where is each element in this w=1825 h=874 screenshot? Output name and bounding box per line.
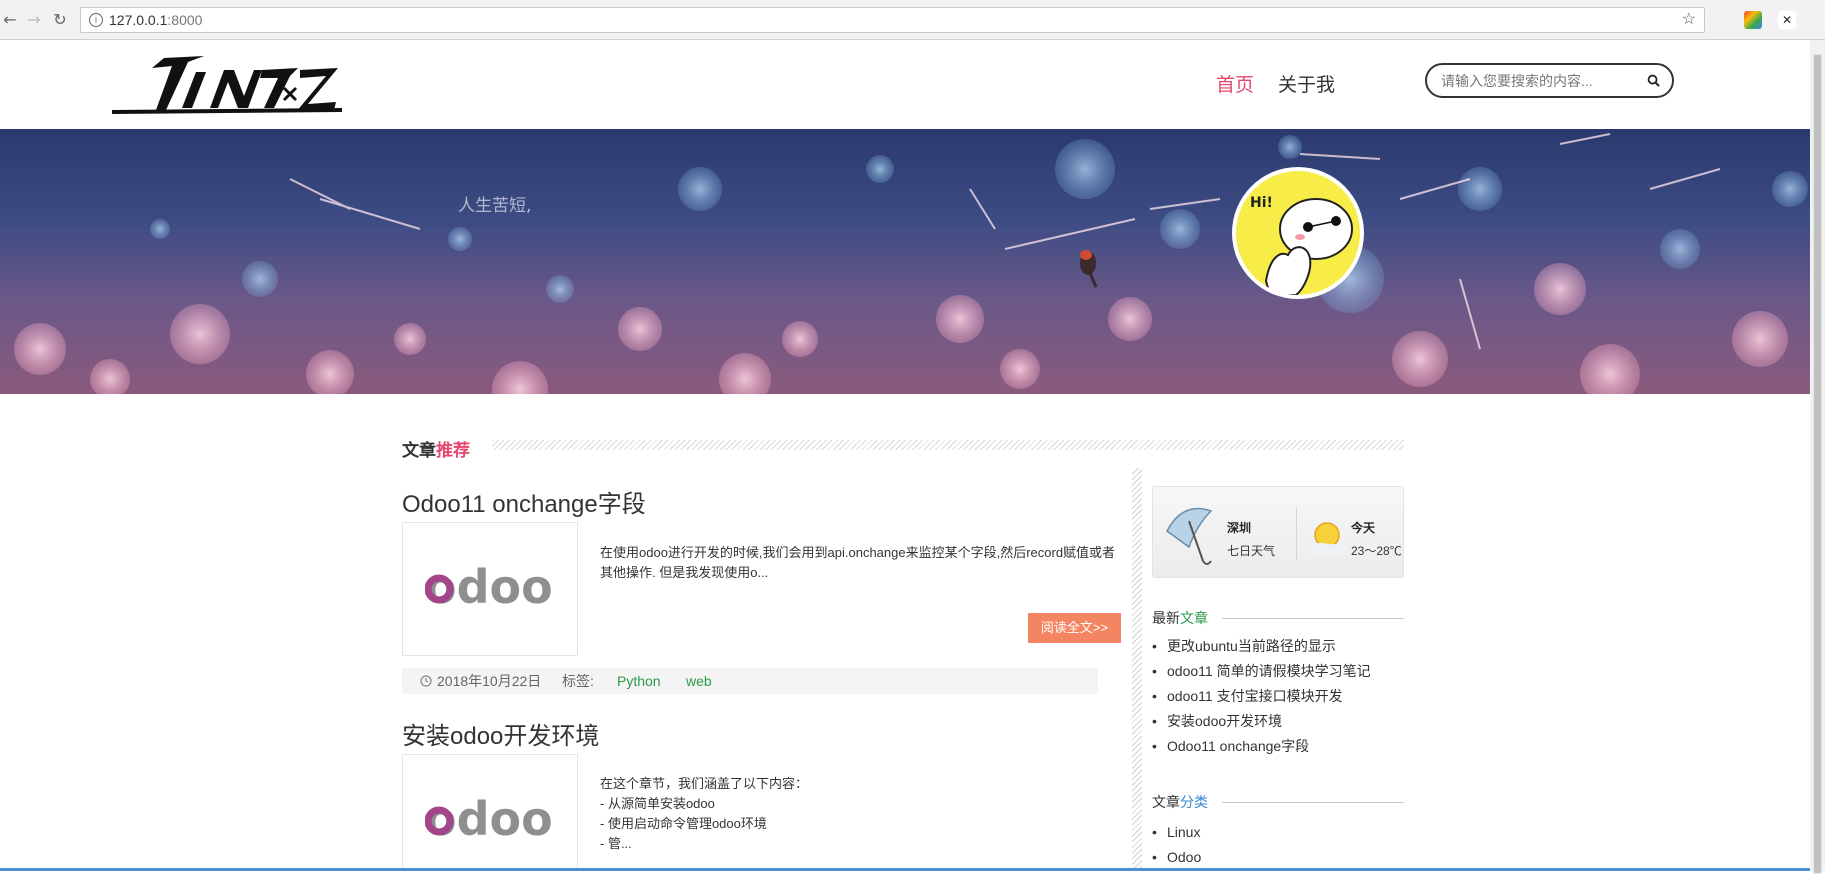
post-excerpt: 在使用odoo进行开发的时候,我们会用到api.onchange来监控某个字段,… <box>600 545 1116 580</box>
scrollbar-thumb[interactable] <box>1813 54 1822 874</box>
category-link[interactable]: Linux <box>1152 820 1201 845</box>
post-excerpt: 在这个章节，我们涵盖了以下内容： - 从源简单安装odoo - 使用启动命令管理… <box>600 776 809 851</box>
category-link[interactable]: Odoo <box>1152 845 1201 870</box>
latest-articles-list: 更改ubuntu当前路径的显示 odoo11 简单的请假模块学习笔记 odoo1… <box>1152 634 1371 759</box>
url-port: :8000 <box>167 12 203 28</box>
categories-title: 文章分类 <box>1152 792 1208 812</box>
post-date: 2018年10月22日 <box>437 673 542 689</box>
weather-city: 深圳 <box>1227 521 1252 535</box>
extension-icon[interactable] <box>1744 11 1762 29</box>
sun-cloud-icon <box>1307 522 1347 555</box>
weather-temperature: 23～28℃ <box>1351 544 1402 558</box>
banner-motto: 人生苦短, <box>458 196 532 216</box>
avatar-cartoon-image: Hi! <box>1250 195 1353 295</box>
latest-title-accent: 文章 <box>1180 610 1208 626</box>
section-title-accent: 推荐 <box>436 441 470 461</box>
page-scrollbar[interactable] <box>1810 40 1825 874</box>
latest-article-link[interactable]: 更改ubuntu当前路径的显示 <box>1152 634 1371 659</box>
latest-article-link[interactable]: odoo11 简单的请假模块学习笔记 <box>1152 659 1371 684</box>
search-icon[interactable] <box>1647 74 1660 87</box>
weather-today: 今天 <box>1351 521 1376 535</box>
latest-title-rule <box>1222 618 1404 619</box>
clock-icon <box>420 675 432 687</box>
umbrella-icon <box>1166 507 1213 565</box>
column-divider <box>1132 468 1142 871</box>
section-title: 文章推荐 <box>402 436 470 461</box>
search-box <box>1425 63 1674 98</box>
browser-toolbar: ← → ↻ i 127.0.0.1:8000 ☆ ✕ <box>0 0 1825 40</box>
tags-label: 标签: <box>562 673 594 689</box>
post-thumbnail[interactable]: odoo <box>402 522 578 656</box>
categories-title-accent: 分类 <box>1180 794 1208 810</box>
odoo-logo: odoo <box>425 797 553 845</box>
extension-x-icon[interactable]: ✕ <box>1778 11 1796 29</box>
post-meta: 2018年10月22日 标签: Python web <box>402 668 1098 694</box>
odoo-logo-text: odoo <box>425 797 553 845</box>
url-host: 127.0.0.1 <box>109 12 168 28</box>
latest-article-link[interactable]: odoo11 支付宝接口模块开发 <box>1152 684 1371 709</box>
categories-title-rule <box>1222 802 1404 803</box>
svg-text:Hi!: Hi! <box>1250 195 1273 211</box>
weather-widget[interactable]: 深圳 七日天气 今天 23～28℃ <box>1152 486 1404 578</box>
info-icon[interactable]: i <box>89 13 103 27</box>
address-bar[interactable]: i 127.0.0.1:8000 ☆ <box>80 7 1705 33</box>
site-logo[interactable] <box>111 52 343 118</box>
odoo-logo: odoo <box>425 565 553 613</box>
tag-link[interactable]: web <box>686 668 712 694</box>
post-title[interactable]: Odoo11 onchange字段 <box>402 484 646 519</box>
latest-article-link[interactable]: Odoo11 onchange字段 <box>1152 734 1371 759</box>
latest-title-part: 最新 <box>1152 610 1180 626</box>
post-title[interactable]: 安装odoo开发环境 <box>402 716 599 751</box>
section-title-part: 文章 <box>402 441 436 461</box>
weather-week-link[interactable]: 七日天气 <box>1227 542 1275 559</box>
back-icon[interactable]: ← <box>0 10 20 30</box>
categories-title-part: 文章 <box>1152 794 1180 810</box>
categories-list: Linux Odoo <box>1152 820 1201 870</box>
avatar[interactable]: Hi! <box>1232 167 1364 299</box>
reload-icon[interactable]: ↻ <box>50 10 70 30</box>
post-thumbnail[interactable]: odoo <box>402 754 578 871</box>
hero-banner: 人生苦短, Hi! <box>0 129 1810 394</box>
search-input[interactable] <box>1441 71 1641 91</box>
latest-articles-title: 最新文章 <box>1152 608 1208 628</box>
bookmark-star-icon[interactable]: ☆ <box>1682 8 1696 32</box>
weather-separator <box>1296 507 1297 561</box>
nav-about-link[interactable]: 关于我 <box>1278 70 1335 97</box>
latest-article-link[interactable]: 安装odoo开发环境 <box>1152 709 1371 734</box>
read-more-button[interactable]: 阅读全文>> <box>1028 613 1121 643</box>
tag-link[interactable]: Python <box>617 668 661 694</box>
section-title-divider <box>492 440 1404 450</box>
forward-icon[interactable]: → <box>24 10 44 30</box>
bokeh-background-image <box>14 133 1808 394</box>
nav-home-link[interactable]: 首页 <box>1216 70 1254 97</box>
odoo-logo-text: odoo <box>425 565 553 613</box>
